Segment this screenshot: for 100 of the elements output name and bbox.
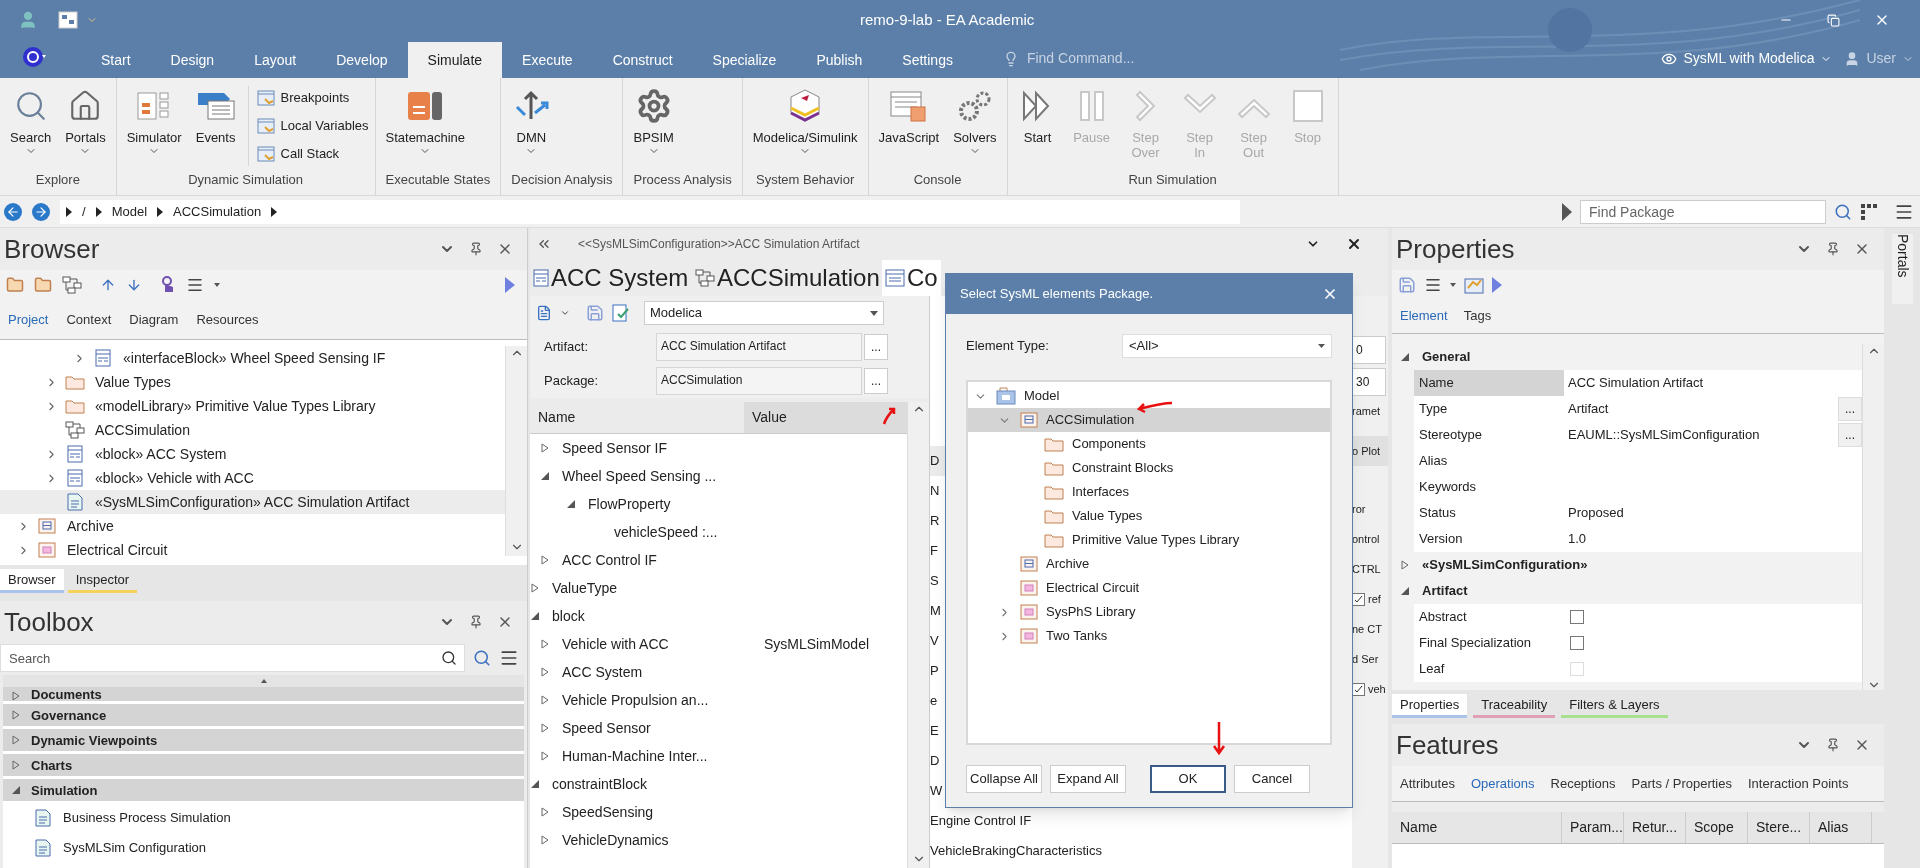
restore-icon[interactable] (1827, 13, 1840, 27)
panel-tab[interactable]: Attributes (1400, 773, 1455, 794)
ribbon-tab[interactable]: Develop (316, 42, 408, 78)
scrollbar[interactable] (907, 402, 929, 868)
collapsed-triangle-icon[interactable] (540, 807, 550, 817)
perspective-menu[interactable]: SysML with Modelica (1683, 48, 1815, 69)
property-value[interactable]: ACC Simulation Artifact (1568, 373, 1704, 393)
panel-tab[interactable]: Resources (196, 309, 259, 329)
list-item[interactable]: M (930, 601, 941, 621)
ribbon-button[interactable]: BPSIM (629, 86, 678, 157)
panel-tab[interactable]: Operations (1470, 773, 1535, 794)
browse-button[interactable]: ... (864, 368, 888, 394)
checkbox[interactable] (1570, 610, 1584, 624)
ribbon-button[interactable]: DMN (507, 86, 556, 157)
section-header[interactable]: General (1422, 347, 1471, 367)
toolbox-category[interactable]: Charts (3, 754, 524, 776)
diagram-icon[interactable] (58, 11, 78, 29)
tree-item[interactable]: Electrical Circuit (968, 576, 1330, 600)
ribbon-button[interactable]: Statemachine (381, 86, 469, 157)
caret-icon[interactable] (870, 310, 878, 316)
tree-item[interactable]: Archive (968, 552, 1330, 576)
list-item[interactable]: e (930, 691, 938, 711)
play-arrow-icon[interactable] (505, 277, 515, 293)
breadcrumb-arrow-icon[interactable] (95, 206, 102, 217)
ribbon-button[interactable]: Events (191, 86, 240, 145)
tree-row[interactable]: ValueType (530, 577, 744, 599)
pin-icon[interactable] (1826, 242, 1840, 256)
app-menu-icon[interactable] (22, 46, 46, 68)
document-tab[interactable]: ACCSimulation (692, 260, 882, 296)
breadcrumb-arrow-icon[interactable] (271, 206, 278, 217)
toolbox-item[interactable]: Business Process Simulation (3, 804, 524, 831)
list-item[interactable]: W (930, 781, 943, 801)
ribbon-small-button[interactable]: Local Variables (256, 114, 369, 138)
list-item[interactable]: E (930, 721, 939, 741)
tree-row[interactable]: SpeedSensing (530, 801, 744, 823)
tree-row[interactable]: Vehicle with ACC (530, 633, 744, 655)
tree-row[interactable]: ACC System (530, 661, 744, 683)
caret-icon[interactable] (1318, 344, 1325, 348)
find-icon[interactable] (473, 649, 491, 667)
document-tab[interactable]: Co (882, 260, 941, 296)
tree-item[interactable]: ACCSimulation (968, 408, 1330, 432)
expanded-triangle-icon[interactable] (530, 779, 540, 789)
collapsed-triangle-icon[interactable] (540, 835, 550, 845)
ribbon-small-button[interactable]: Breakpoints (256, 86, 369, 110)
tree-item[interactable]: «modelLibrary» Primitive Value Types Library (0, 394, 505, 418)
back-icon[interactable] (4, 202, 22, 221)
scrollbar[interactable] (505, 346, 527, 556)
list-item[interactable]: F (930, 541, 938, 561)
dialog-button[interactable]: Cancel (1234, 765, 1310, 793)
tree-row[interactable]: block (530, 605, 744, 627)
caret-icon[interactable] (560, 308, 570, 318)
ribbon-tab[interactable]: Specialize (692, 42, 797, 78)
property-value[interactable]: Proposed (1568, 503, 1624, 523)
tree-item[interactable]: SysPhS Library (968, 600, 1330, 624)
column-header[interactable]: Alias (1810, 812, 1872, 843)
collapsed-triangle-icon[interactable] (540, 667, 550, 677)
panel-tab[interactable]: Traceability (1473, 694, 1556, 718)
tree-item[interactable]: Archive (0, 514, 505, 538)
list-item[interactable]: P (930, 661, 939, 681)
browse-button[interactable]: ... (1838, 397, 1862, 421)
tree-row[interactable]: ACC Control IF (530, 549, 744, 571)
property-value[interactable]: EAUML::SysMLSimConfiguration (1568, 425, 1760, 445)
tree-row[interactable]: Vehicle Propulsion an... (530, 689, 744, 711)
tree-item[interactable]: Interfaces (968, 480, 1330, 504)
column-header[interactable]: Value (744, 402, 907, 433)
list-item[interactable]: VehicleBrakingCharacteristics (930, 841, 1102, 861)
list-item[interactable]: V (930, 631, 939, 651)
document-icon[interactable] (536, 305, 552, 321)
close-icon[interactable] (1346, 236, 1362, 252)
ribbon-button[interactable]: Search (6, 86, 56, 157)
toolbox-category[interactable]: Documents (3, 687, 524, 701)
tree-item[interactable]: «block» Vehicle with ACC (0, 466, 505, 490)
list-item[interactable]: N (930, 481, 940, 501)
collapsed-triangle-icon[interactable] (540, 639, 550, 649)
ribbon-tab[interactable]: Construct (592, 42, 693, 78)
tree-row[interactable]: vehicleSpeed :... (530, 521, 744, 543)
panel-tab[interactable]: Inspector (67, 569, 138, 593)
browse-button[interactable]: ... (1838, 423, 1862, 447)
ribbon-small-button[interactable]: Call Stack (256, 142, 369, 166)
toolbox-category[interactable]: Governance (3, 704, 524, 726)
expanded-triangle-icon[interactable] (1400, 352, 1410, 362)
tree-row[interactable]: Speed Sensor IF (530, 437, 744, 459)
breadcrumb-item[interactable]: Model (111, 201, 148, 222)
element-type-dropdown[interactable]: <All> (1122, 334, 1332, 358)
ribbon-tab[interactable]: Execute (502, 42, 593, 78)
column-header[interactable]: Name (530, 402, 744, 433)
text-field[interactable]: ACCSimulation (656, 367, 862, 395)
list-item[interactable]: Engine Control IF (930, 811, 1032, 831)
tree-item[interactable]: «SysMLSimConfiguration» ACC Simulation Artifact (0, 490, 505, 514)
panel-tab[interactable]: Browser (0, 569, 64, 593)
menu-icon[interactable] (1424, 276, 1442, 294)
new-folder-icon[interactable] (6, 276, 24, 294)
panel-tab[interactable]: Interaction Points (1748, 773, 1849, 794)
column-header[interactable]: Stere... (1748, 812, 1810, 843)
breadcrumb-item[interactable]: ACCSimulation (173, 201, 262, 222)
caret-icon[interactable] (214, 283, 220, 287)
tree-item[interactable]: Model (968, 384, 1330, 408)
breadcrumb-arrow-icon[interactable] (157, 206, 164, 217)
collapsed-triangle-icon[interactable] (530, 583, 540, 593)
tree-item[interactable]: Value Types (0, 370, 505, 394)
